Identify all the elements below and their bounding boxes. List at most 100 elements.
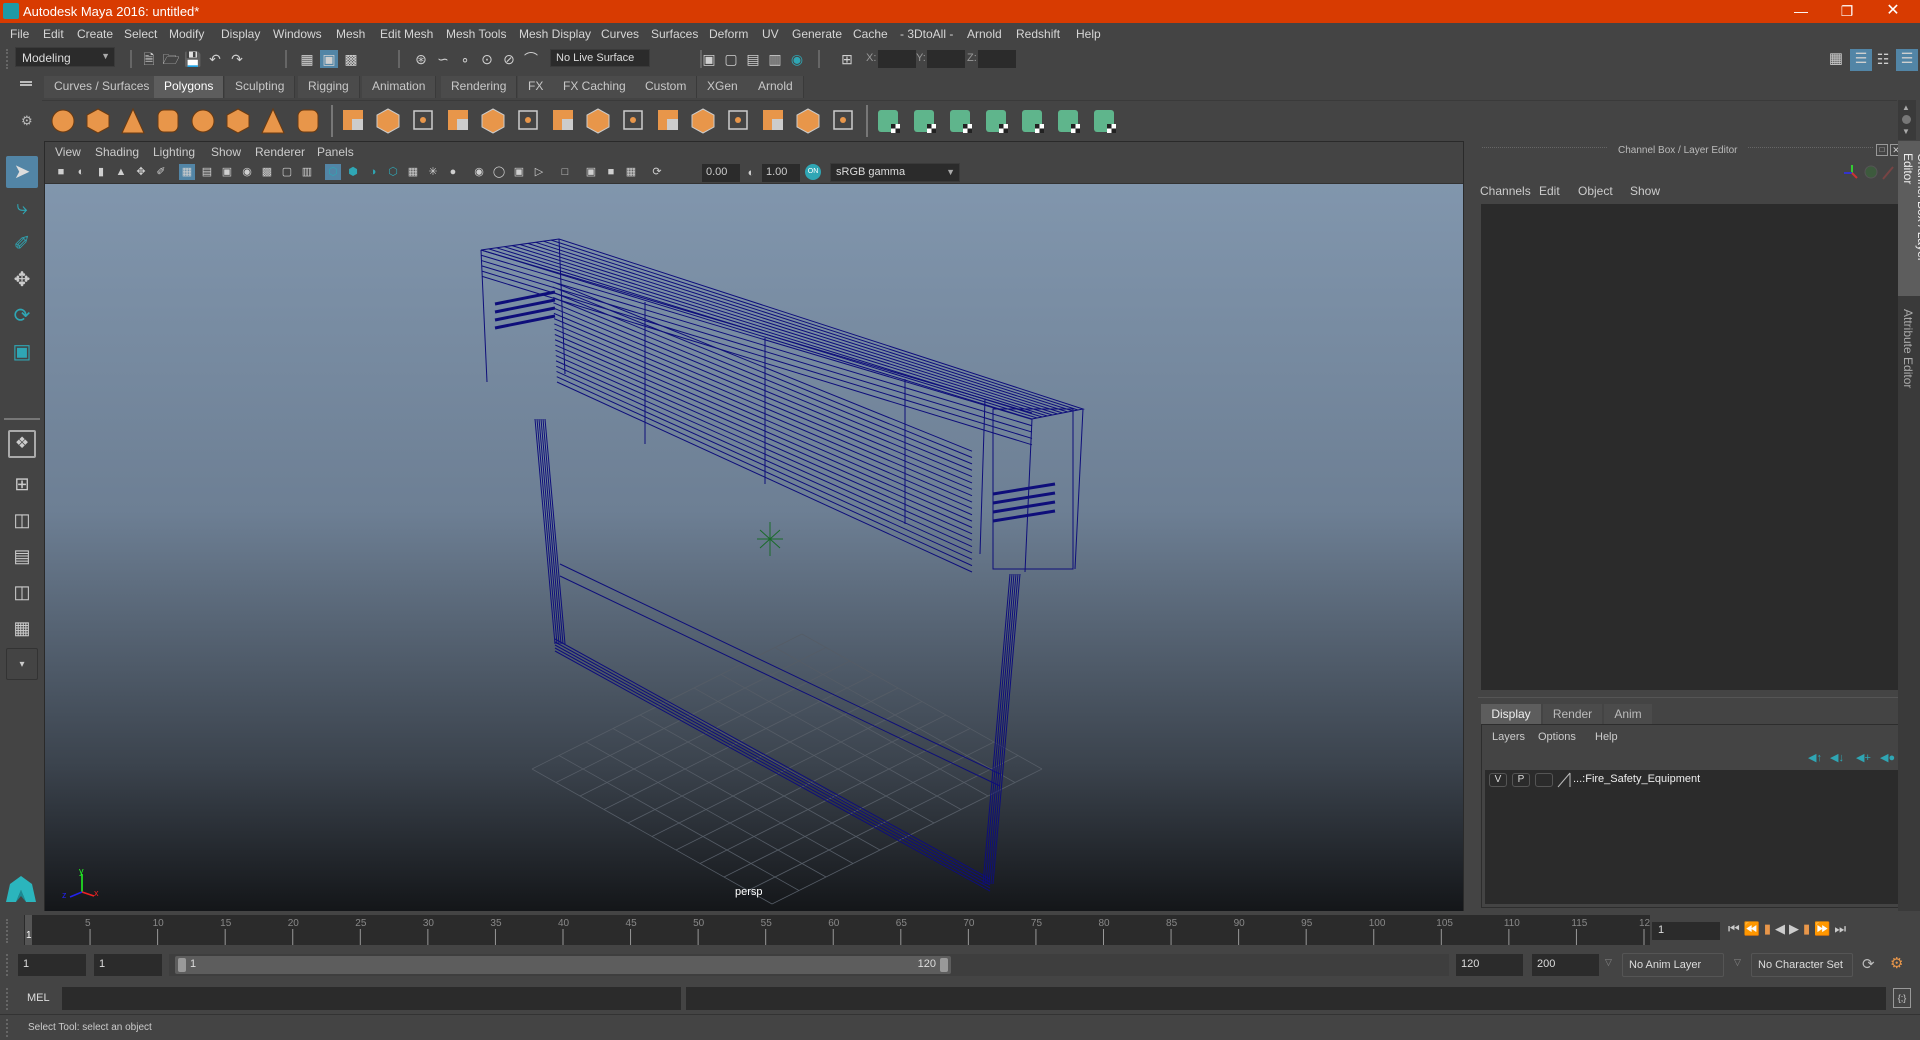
bevel-icon[interactable]: [518, 110, 538, 130]
transform-input-icon[interactable]: ⊞: [838, 50, 856, 68]
snap-point-icon[interactable]: ∘: [456, 50, 474, 68]
viewport-menu-show[interactable]: Show: [211, 145, 241, 159]
shelf-tab-xgen[interactable]: XGen: [697, 76, 749, 98]
shelf-tab-curves-surfaces[interactable]: Curves / Surfaces: [44, 76, 161, 98]
step-back-key-icon[interactable]: ▮: [1764, 921, 1775, 936]
chevron-down-icon[interactable]: ▽: [1734, 957, 1741, 968]
layer-visibility-toggle[interactable]: V: [1489, 773, 1507, 787]
append-icon[interactable]: [658, 110, 678, 130]
poly-cylinder-icon[interactable]: [121, 107, 145, 134]
poly-torus-icon[interactable]: [226, 108, 250, 134]
cb-menu-object[interactable]: Object: [1578, 184, 1613, 198]
layer-tab-anim[interactable]: Anim: [1604, 704, 1652, 724]
side-tab-attribute-editor[interactable]: Attribute Editor: [1898, 301, 1920, 401]
undo-icon[interactable]: ↶: [206, 50, 224, 68]
step-forward-key-icon[interactable]: ▮: [1803, 921, 1814, 936]
select-by-component-icon[interactable]: ▩: [342, 50, 360, 68]
fill-hole-icon[interactable]: [763, 110, 783, 130]
new-scene-icon[interactable]: 🗎: [140, 50, 158, 68]
cut-sew-uv-icon[interactable]: [1094, 110, 1116, 133]
menu-uv[interactable]: UV: [762, 27, 779, 41]
menu-mesh-tools[interactable]: Mesh Tools: [446, 27, 506, 41]
shelf-tab-arnold[interactable]: Arnold: [748, 76, 804, 98]
shelf-tab-custom[interactable]: Custom: [635, 76, 698, 98]
snap-projected-center-icon[interactable]: ⊙: [478, 50, 496, 68]
depth-of-field-icon[interactable]: ▷: [531, 164, 547, 180]
render-current-icon[interactable]: ▢: [722, 50, 740, 68]
y-input[interactable]: [927, 50, 965, 68]
menu-modify[interactable]: Modify: [169, 27, 204, 41]
open-scene-icon[interactable]: 🗁: [162, 50, 180, 68]
shelf-tab-rigging[interactable]: Rigging: [298, 76, 360, 98]
play-forwards-icon[interactable]: ▶: [1789, 921, 1803, 936]
animation-end-field[interactable]: 200: [1532, 954, 1599, 976]
shelf-tab-fx-caching[interactable]: FX Caching: [553, 76, 637, 98]
range-slider[interactable]: 1 120: [175, 956, 951, 974]
move-layer-up-icon[interactable]: ◀↑: [1808, 751, 1822, 764]
shelf-tab-sculpting[interactable]: Sculpting: [225, 76, 296, 98]
shelf-menu-icon[interactable]: [20, 81, 32, 83]
viewport-menu-view[interactable]: View: [55, 145, 81, 159]
snap-curve-icon[interactable]: ∽: [434, 50, 452, 68]
menu-mesh-display[interactable]: Mesh Display: [519, 27, 591, 41]
select-tool-icon[interactable]: ➤: [6, 156, 38, 188]
merge-icon[interactable]: [796, 108, 820, 134]
layer-menu-help[interactable]: Help: [1595, 731, 1618, 743]
bookmark-icon[interactable]: ▮: [93, 164, 109, 180]
menu-curves[interactable]: Curves: [601, 27, 639, 41]
grease-pencil-icon[interactable]: ✐: [153, 164, 169, 180]
animation-preferences-icon[interactable]: ⚙: [1890, 954, 1903, 972]
menu-file[interactable]: File: [10, 27, 29, 41]
snap-view-plane-icon[interactable]: ⊘: [500, 50, 518, 68]
layer-color-swatch[interactable]: [1557, 772, 1571, 788]
select-by-hierarchy-icon[interactable]: ▦: [298, 50, 316, 68]
close-button[interactable]: ✕: [1870, 0, 1916, 23]
hypershade-persp-layout-icon[interactable]: ◫: [6, 576, 38, 608]
camera-attributes-icon[interactable]: ◐: [73, 164, 89, 180]
poly-pipe-icon[interactable]: [297, 109, 319, 133]
isolate-select-icon[interactable]: □: [557, 164, 573, 180]
wireframe-icon[interactable]: ⬡: [325, 164, 341, 180]
playback-end-field[interactable]: 120: [1456, 954, 1523, 976]
move-tool-icon[interactable]: ✥: [6, 264, 38, 296]
layer-tab-display[interactable]: Display: [1481, 704, 1541, 724]
poly-plane-icon[interactable]: [191, 109, 215, 133]
render-settings-icon[interactable]: ▥: [766, 50, 784, 68]
smooth-shade-icon[interactable]: ⬢: [345, 164, 361, 180]
separate-icon[interactable]: [376, 108, 400, 134]
command-input[interactable]: [62, 987, 681, 1010]
menu-redshift[interactable]: Redshift: [1016, 27, 1060, 41]
rotate-tool-icon[interactable]: ⟳: [6, 300, 38, 332]
cylindrical-uv-icon[interactable]: [914, 110, 936, 133]
menu-display[interactable]: Display: [221, 27, 260, 41]
multi-cut-icon[interactable]: [553, 110, 573, 130]
default-material-icon[interactable]: ◑: [365, 164, 381, 180]
shelf-tab-polygons[interactable]: Polygons: [154, 76, 225, 98]
persp-outliner-graph-layout-icon[interactable]: ▦: [6, 612, 38, 644]
camera-select-icon[interactable]: ■: [53, 164, 69, 180]
layer-menu-layers[interactable]: Layers: [1492, 731, 1525, 743]
step-back-frame-icon[interactable]: ⏪: [1744, 921, 1764, 936]
gamma-icon[interactable]: ◐: [742, 164, 760, 182]
script-language-toggle[interactable]: MEL: [27, 992, 50, 1004]
gate-mask-icon[interactable]: ◉: [239, 164, 255, 180]
cb-menu-edit[interactable]: Edit: [1539, 184, 1560, 198]
3d-viewport[interactable]: persp y x z: [45, 184, 1463, 911]
auto-key-icon[interactable]: ⟳: [1862, 955, 1875, 973]
cb-menu-show[interactable]: Show: [1630, 184, 1660, 198]
four-view-layout-icon[interactable]: ⊞: [6, 468, 38, 500]
menu-windows[interactable]: Windows: [273, 27, 322, 41]
smooth-icon[interactable]: [448, 110, 468, 130]
fire-safety-equipment-wireframe[interactable]: [480, 238, 1085, 892]
offset-edge-loop-icon[interactable]: [728, 110, 748, 130]
exposure-icon[interactable]: ⟳: [649, 164, 665, 180]
poly-cone-icon[interactable]: [157, 109, 179, 133]
xray-icon[interactable]: ▣: [583, 164, 599, 180]
insert-edge-loop-icon[interactable]: [691, 108, 715, 134]
grip-handle[interactable]: [6, 988, 10, 1010]
extrude-icon[interactable]: [586, 108, 610, 134]
new-layer-selected-icon[interactable]: ◀●: [1880, 751, 1895, 764]
make-live-icon[interactable]: ⌒: [522, 50, 540, 68]
select-by-object-icon[interactable]: ▣: [320, 50, 338, 68]
grip-handle[interactable]: [6, 49, 10, 69]
